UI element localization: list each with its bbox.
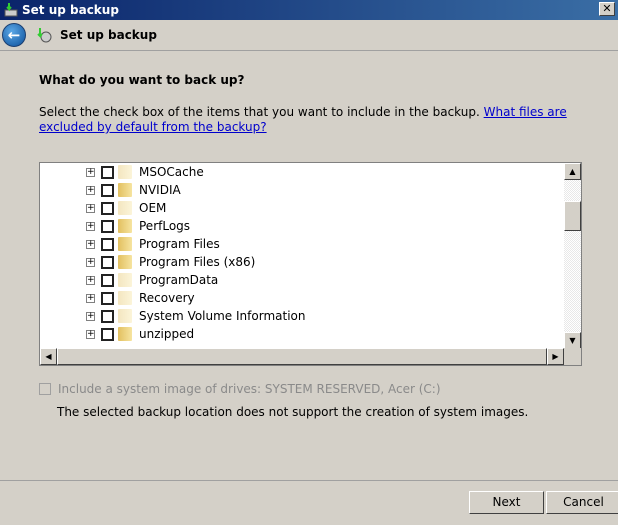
folder-icon — [118, 291, 132, 305]
h-scroll-thumb[interactable] — [57, 348, 547, 365]
folder-icon — [118, 327, 132, 341]
backup-icon — [37, 28, 52, 43]
content: What do you want to back up? Select the … — [0, 50, 618, 480]
item-checkbox[interactable] — [101, 273, 114, 287]
item-checkbox[interactable] — [101, 309, 114, 323]
back-button[interactable]: ← — [2, 23, 26, 47]
expand-icon[interactable]: + — [86, 275, 95, 285]
description: Select the check box of the items that y… — [39, 105, 579, 135]
item-checkbox[interactable] — [101, 327, 114, 341]
item-label: Program Files (x86) — [139, 255, 256, 269]
nav-bar: ← Set up backup — [0, 20, 618, 50]
item-label: ProgramData — [139, 273, 219, 287]
item-label: NVIDIA — [139, 183, 181, 197]
tree-item[interactable]: + Program Files (x86) — [86, 253, 255, 271]
cancel-button[interactable]: Cancel — [546, 491, 618, 514]
page-title: Set up backup — [60, 28, 157, 42]
item-checkbox[interactable] — [101, 237, 114, 251]
item-label: Program Files — [139, 237, 220, 251]
system-image-label: Include a system image of drives: SYSTEM… — [58, 382, 441, 396]
tree-item[interactable]: + PerfLogs — [86, 217, 190, 235]
item-label: MSOCache — [139, 165, 204, 179]
scroll-right-button[interactable]: ▶ — [547, 348, 564, 365]
tree-item[interactable]: + Recovery — [86, 289, 195, 307]
next-button[interactable]: Next — [469, 491, 544, 514]
item-label: PerfLogs — [139, 219, 191, 233]
scroll-down-button[interactable]: ▼ — [564, 332, 581, 349]
item-label: OEM — [139, 201, 167, 215]
item-checkbox[interactable] — [101, 291, 114, 305]
title-bar: Set up backup ✕ — [0, 0, 618, 20]
expand-icon[interactable]: + — [86, 257, 95, 267]
expand-icon[interactable]: + — [86, 311, 95, 321]
tree-item[interactable]: + NVIDIA — [86, 181, 181, 199]
item-label: unzipped — [139, 327, 195, 341]
scroll-up-button[interactable]: ▲ — [564, 163, 581, 180]
folder-icon — [118, 255, 132, 269]
scroll-corner — [564, 348, 581, 365]
item-label: Recovery — [139, 291, 195, 305]
description-text: Select the check box of the items that y… — [39, 105, 484, 119]
item-checkbox[interactable] — [101, 165, 114, 179]
folder-icon — [118, 309, 132, 323]
close-button[interactable]: ✕ — [599, 2, 615, 16]
folder-icon — [118, 237, 132, 251]
expand-icon[interactable]: + — [86, 293, 95, 303]
expand-icon[interactable]: + — [86, 329, 95, 339]
item-checkbox[interactable] — [101, 183, 114, 197]
horizontal-scrollbar[interactable]: ◀ ▶ — [40, 348, 564, 365]
item-checkbox[interactable] — [101, 219, 114, 233]
expand-icon[interactable]: + — [86, 239, 95, 249]
backup-icon — [4, 3, 18, 17]
checkbox — [39, 383, 51, 395]
tree-item[interactable]: + OEM — [86, 199, 166, 217]
folder-icon — [118, 273, 132, 287]
folder-tree[interactable]: ▲ ▼ ◀ ▶ + MSOCache + NVIDIA + OEM + PerfLogs + Pr… — [39, 162, 582, 366]
folder-icon — [118, 201, 132, 215]
item-checkbox[interactable] — [101, 255, 114, 269]
folder-icon — [118, 219, 132, 233]
system-image-note: The selected backup location does not su… — [57, 405, 529, 419]
tree-item[interactable]: + Program Files — [86, 235, 220, 253]
expand-icon[interactable]: + — [86, 167, 95, 177]
tree-item[interactable]: + unzipped — [86, 325, 194, 343]
scroll-thumb[interactable] — [564, 201, 581, 231]
scroll-left-button[interactable]: ◀ — [40, 348, 57, 365]
folder-icon — [118, 183, 132, 197]
tree-item[interactable]: + ProgramData — [86, 271, 218, 289]
item-label: System Volume Information — [139, 309, 306, 323]
folder-icon — [118, 165, 132, 179]
tree-item[interactable]: + MSOCache — [86, 163, 204, 181]
heading: What do you want to back up? — [39, 73, 245, 87]
window-title: Set up backup — [22, 3, 119, 17]
expand-icon[interactable]: + — [86, 221, 95, 231]
expand-icon[interactable]: + — [86, 203, 95, 213]
item-checkbox[interactable] — [101, 201, 114, 215]
expand-icon[interactable]: + — [86, 185, 95, 195]
system-image-checkbox: Include a system image of drives: SYSTEM… — [39, 382, 441, 396]
vertical-scrollbar[interactable]: ▲ ▼ — [564, 163, 581, 349]
tree-item[interactable]: + System Volume Information — [86, 307, 305, 325]
footer: Next Cancel — [0, 480, 618, 525]
